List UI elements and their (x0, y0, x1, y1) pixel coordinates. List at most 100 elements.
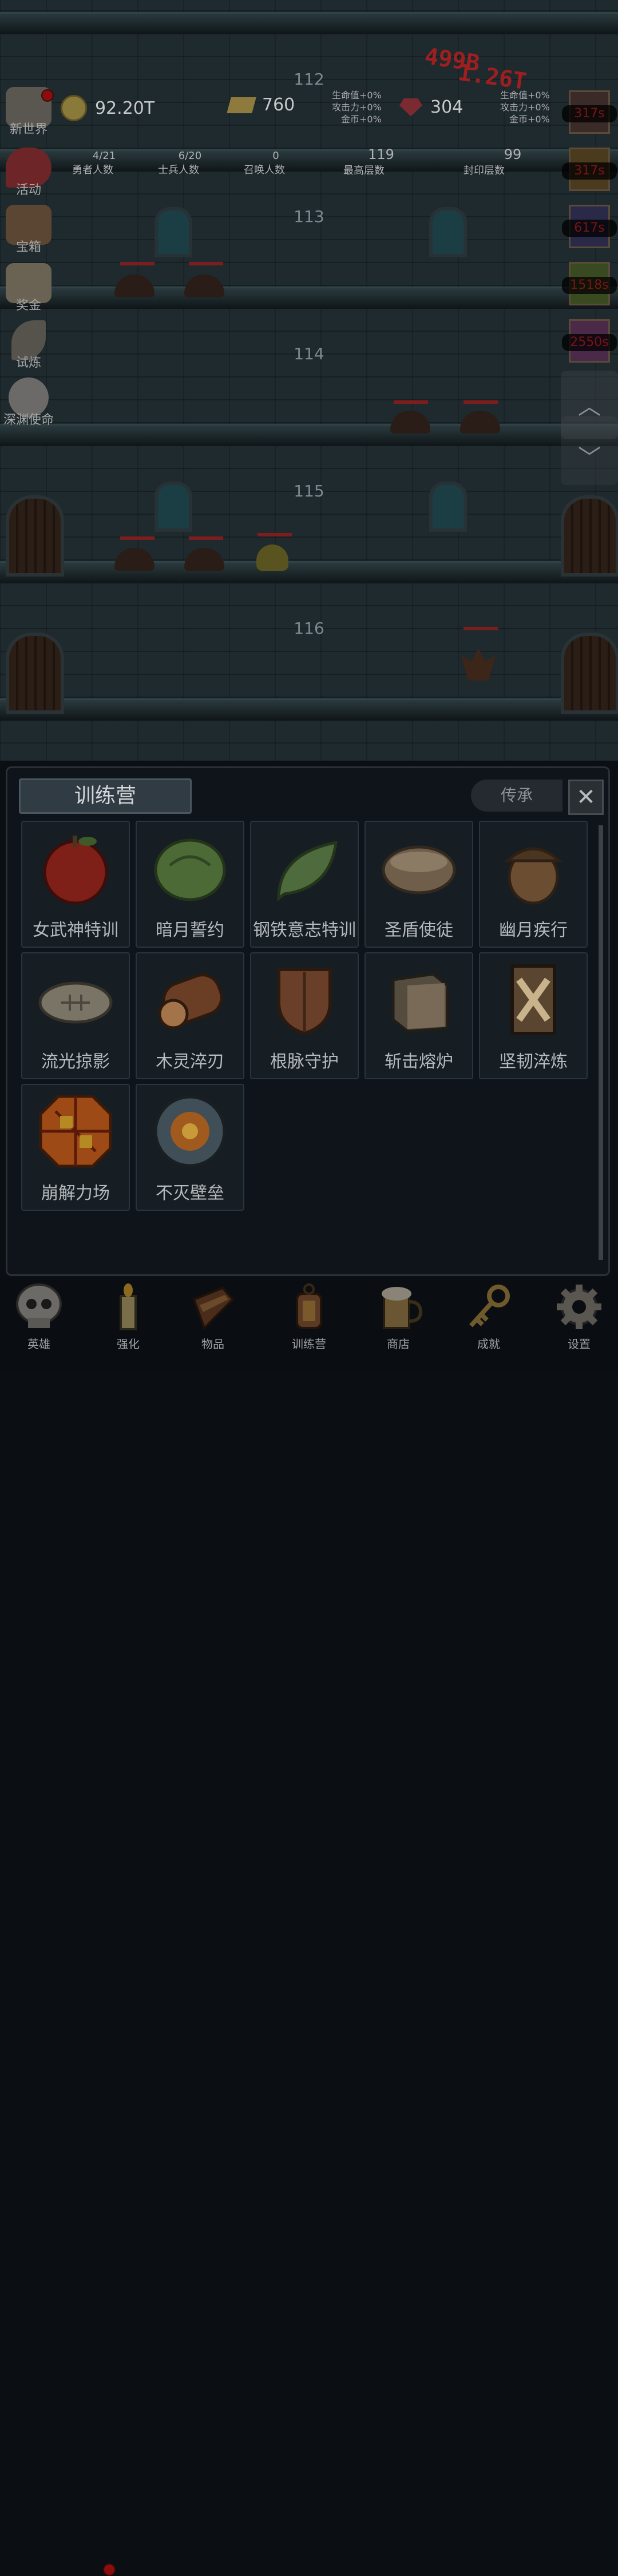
enemy-hp-bar (189, 536, 223, 540)
training-name: 根脉守护 (270, 1052, 339, 1072)
training-card-valkyrie[interactable]: 女武神特训 (21, 821, 130, 948)
sidebar-label: 活动 (15, 183, 41, 197)
close-button[interactable]: ✕ (568, 780, 604, 815)
timer-text: 317s (562, 105, 617, 122)
floor-116 (0, 583, 618, 721)
nav-training-camp[interactable]: 训练营 (275, 1282, 343, 1351)
nav-items[interactable]: 物品 (179, 1282, 247, 1351)
seal-floor-label: 封印层数 (464, 165, 505, 177)
training-card-slash-furnace[interactable]: 斩击熔炉 (365, 952, 473, 1079)
training-card-iron-will[interactable]: 钢铁意志特训 (250, 821, 359, 948)
sidebar-chest[interactable]: 宝箱 (0, 205, 57, 255)
panel-title: 训练营 (19, 778, 192, 814)
training-card-undying-bulwark[interactable]: 不灭壁垒 (136, 1084, 244, 1211)
gold-amount: 92.20T (95, 98, 155, 118)
seal-floor: 99 封印层数 (444, 146, 524, 177)
training-name: 圣盾使徒 (385, 920, 453, 940)
summon-count-label: 召唤人数 (244, 164, 285, 176)
scroll-down-button[interactable]: ﹀ (561, 416, 618, 485)
plank-shield-icon (496, 963, 571, 1037)
floor-number: 116 (294, 619, 324, 638)
summon-count: 0 召唤人数 (230, 150, 299, 177)
gold-bonus: 金币+0% (341, 114, 382, 125)
nav-label: 成就 (477, 1337, 500, 1351)
highest-floor-label: 最高层数 (343, 165, 385, 177)
buff-timer[interactable]: 617s (562, 205, 617, 254)
sidebar-event[interactable]: 活动 (0, 148, 57, 198)
nav-label: 强化 (117, 1337, 140, 1351)
training-name: 流光掠影 (41, 1052, 110, 1072)
floor-115 (0, 446, 618, 583)
highest-floor: 119 最高层数 (324, 146, 404, 177)
nav-enhance[interactable]: 强化 (94, 1282, 163, 1351)
iron-block-icon (382, 963, 456, 1037)
cabbage-icon (153, 831, 227, 905)
door (6, 633, 64, 714)
training-camp-panel: 训练营 传承 ✕ 女武神特训 暗月誓约 钢铁意志特训 圣盾使徒 幽月疾行 流光掠… (6, 766, 610, 1276)
timer-text: 317s (562, 162, 617, 180)
hp-bonus: 生命值+0% (500, 90, 550, 101)
soldier-count-label: 士兵人数 (158, 164, 199, 176)
training-card-moon-stride[interactable]: 幽月疾行 (479, 821, 588, 948)
training-card-root-guard[interactable]: 根脉守护 (250, 952, 359, 1079)
gold-bonus: 金币+0% (509, 114, 550, 125)
sidebar-abyss-mission[interactable]: 深渊使命 (0, 377, 57, 428)
attack-bonus: 攻击力+0% (500, 102, 550, 113)
buff-timer[interactable]: 317s (562, 90, 617, 140)
training-card-disintegration-field[interactable]: 崩解力场 (21, 1084, 130, 1211)
chevron-down-icon: ﹀ (578, 445, 601, 471)
timer-text: 2550s (562, 334, 617, 351)
inherit-button[interactable]: 传承 (471, 780, 562, 812)
gold-counter: 92.20T (61, 95, 154, 121)
nav-achievement[interactable]: 成就 (454, 1282, 523, 1351)
sidebar-bonus[interactable]: 奖金 (0, 263, 57, 313)
gold-bar-icon (227, 97, 256, 113)
attack-bonus: 攻击力+0% (332, 102, 382, 113)
door (561, 633, 618, 714)
scrollbar[interactable] (599, 825, 603, 1260)
skull-icon (14, 1282, 64, 1331)
buff-timer[interactable]: 1518s (562, 262, 617, 311)
sidebar-label: 奖金 (15, 299, 41, 313)
training-card-wood-spirit[interactable]: 木灵淬刃 (136, 952, 244, 1079)
enemy-hp-bar (120, 536, 154, 540)
hero-count-value: 4/21 (92, 150, 116, 162)
bar-amount: 760 (262, 95, 295, 115)
bottom-nav: 英雄 强化 物品 训练营 商店 成就 设置 (0, 1277, 618, 2576)
nav-label: 设置 (568, 1337, 591, 1351)
training-card-dark-moon[interactable]: 暗月誓约 (136, 821, 244, 948)
sidebar-label: 新世界 (9, 122, 47, 137)
enemy-hp-bar (464, 627, 498, 630)
gold-coin-icon (61, 95, 87, 121)
gem-amount: 304 (430, 97, 464, 117)
enemy-hp-bar (258, 533, 292, 536)
hero-count: 4/21 勇者人数 (58, 150, 127, 177)
training-card-streaming-light[interactable]: 流光掠影 (21, 952, 130, 1079)
training-card-tenacity[interactable]: 坚韧淬炼 (479, 952, 588, 1079)
seal-floor-value: 99 (504, 146, 522, 162)
lantern-icon (284, 1282, 334, 1331)
floor-113 (0, 172, 618, 309)
training-name: 女武神特训 (33, 920, 118, 940)
notification-dot (41, 89, 54, 102)
window (429, 207, 467, 257)
close-icon: ✕ (576, 784, 596, 810)
training-card-shield-apostle[interactable]: 圣盾使徒 (365, 821, 473, 948)
nav-hero[interactable]: 英雄 (5, 1282, 73, 1351)
nav-shop[interactable]: 商店 (364, 1282, 433, 1351)
buff-timer[interactable]: 317s (562, 148, 617, 197)
sidebar-trial[interactable]: 试炼 (0, 320, 57, 371)
enemy-hp-bar (464, 400, 498, 404)
training-name: 暗月誓约 (156, 920, 224, 940)
window (154, 482, 192, 532)
floor-number: 114 (294, 344, 324, 363)
buff-timer[interactable]: 2550s (562, 319, 617, 368)
soldier-count: 6/20 士兵人数 (144, 150, 213, 177)
rune-disc-icon (153, 1094, 227, 1168)
door (561, 495, 618, 577)
acorn-icon (496, 831, 571, 905)
floor-117 (0, 721, 618, 761)
door (6, 495, 64, 577)
nav-settings[interactable]: 设置 (545, 1282, 613, 1351)
training-name: 斩击熔炉 (385, 1052, 453, 1072)
